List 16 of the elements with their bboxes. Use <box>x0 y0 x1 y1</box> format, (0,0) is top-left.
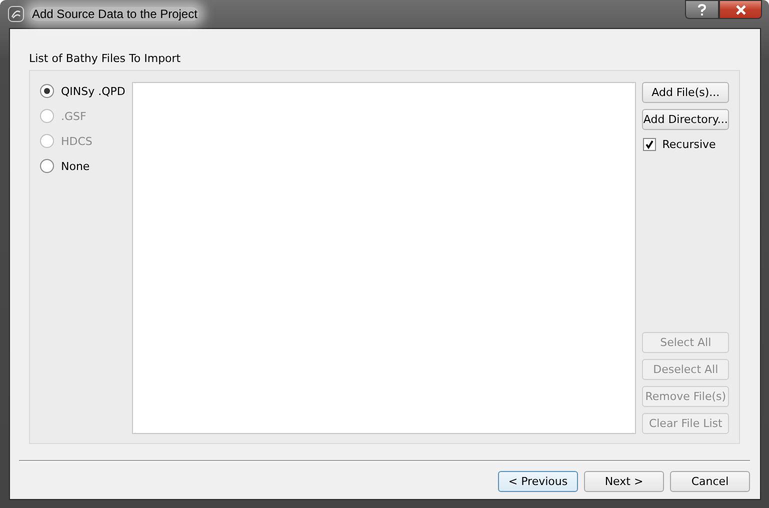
add-button[interactable]: Add File(s)... <box>642 82 730 103</box>
add-button[interactable]: Add Directory... <box>642 109 730 130</box>
format-radio[interactable]: QINSy .QPD <box>40 83 132 99</box>
wizard-button[interactable]: Cancel <box>670 471 750 492</box>
recursive-checkbox[interactable]: Recursive <box>643 136 730 152</box>
wizard-button[interactable]: Next > <box>584 471 664 492</box>
help-icon <box>697 4 707 16</box>
format-radio[interactable]: None <box>40 158 132 174</box>
checkmark-icon <box>645 140 654 148</box>
help-button[interactable] <box>685 0 719 19</box>
close-button[interactable] <box>719 0 762 19</box>
close-icon <box>734 4 746 14</box>
group-label: List of Bathy Files To Import <box>29 51 182 67</box>
wizard-button[interactable]: < Previous <box>498 471 578 492</box>
app-icon <box>8 6 24 22</box>
window-title: Add Source Data to the Project <box>30 7 200 21</box>
